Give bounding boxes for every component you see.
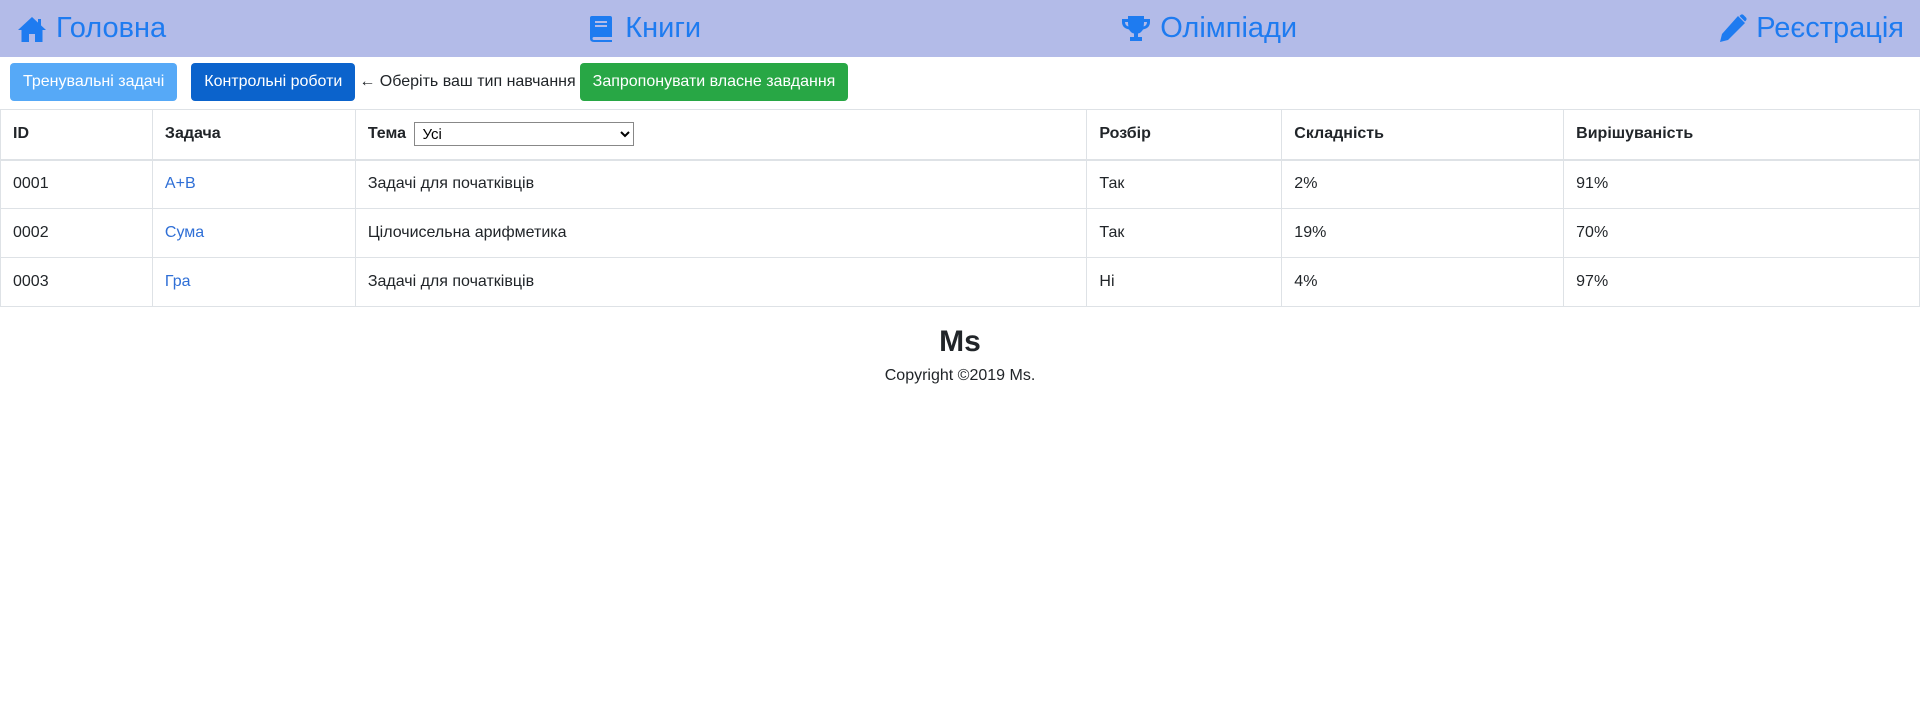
- cell-task: Гра: [151, 257, 356, 307]
- task-link[interactable]: Гра: [165, 273, 191, 290]
- header-topic: Тема Усі: [354, 109, 1088, 161]
- control-works-button[interactable]: Контрольні роботи: [191, 62, 356, 101]
- header-id: ID: [0, 109, 153, 161]
- book-icon: [590, 15, 613, 42]
- nav-olympiads-label: Олімпіади: [1160, 12, 1298, 44]
- pencil-icon: [1720, 13, 1747, 42]
- header-solved: Вирішуваність: [1563, 109, 1920, 161]
- cell-topic: Задачі для початківців: [354, 257, 1088, 307]
- table-row: 0003 Гра Задачі для початківців Ні 4% 97…: [0, 257, 1920, 307]
- header-topic-label: Тема: [367, 125, 406, 143]
- cell-difficulty: 2%: [1281, 159, 1565, 209]
- top-navbar: Головна Книги Олімпіади Реєстрація: [0, 0, 1920, 57]
- nav-home-link[interactable]: Головна: [16, 12, 166, 45]
- cell-difficulty: 4%: [1281, 257, 1565, 307]
- table-row: 0002 Сума Цілочисельна арифметика Так 19…: [0, 208, 1920, 258]
- nav-register-label: Реєстрація: [1756, 12, 1904, 44]
- nav-register-link[interactable]: Реєстрація: [1716, 12, 1904, 45]
- cell-id: 0001: [0, 159, 153, 209]
- header-task: Задача: [151, 109, 356, 161]
- propose-task-button[interactable]: Запропонувати власне завдання: [579, 62, 849, 101]
- nav-books-link[interactable]: Книги: [585, 12, 701, 45]
- learning-type-toolbar: Тренувальні задачі Контрольні роботи ← О…: [0, 57, 1920, 106]
- nav-olympiads-link[interactable]: Олімпіади: [1120, 12, 1297, 45]
- cell-difficulty: 19%: [1281, 208, 1565, 258]
- table-header-row: ID Задача Тема Усі Розбір Складність Вир…: [0, 109, 1920, 161]
- cell-review: Так: [1086, 208, 1283, 258]
- cell-id: 0003: [0, 257, 153, 307]
- header-difficulty: Складність: [1281, 109, 1565, 161]
- table-row: 0001 A+B Задачі для початківців Так 2% 9…: [0, 159, 1920, 209]
- header-review: Розбір: [1086, 109, 1283, 161]
- task-link[interactable]: Сума: [165, 224, 204, 241]
- cell-topic: Цілочисельна арифметика: [354, 208, 1088, 258]
- home-icon: [18, 16, 46, 42]
- footer-brand: Ms: [939, 325, 981, 358]
- topic-filter-select[interactable]: Усі: [414, 122, 635, 147]
- nav-home-label: Головна: [56, 12, 167, 44]
- cell-task: Сума: [151, 208, 356, 258]
- cell-review: Так: [1086, 159, 1283, 209]
- cell-task: A+B: [151, 159, 356, 209]
- tasks-table: ID Задача Тема Усі Розбір Складність Вир…: [0, 109, 1920, 307]
- cell-solved: 97%: [1563, 257, 1920, 307]
- training-tasks-button[interactable]: Тренувальні задачі: [10, 62, 178, 101]
- cell-id: 0002: [0, 208, 153, 258]
- task-link[interactable]: A+B: [165, 175, 196, 192]
- cell-solved: 70%: [1563, 208, 1920, 258]
- nav-books-label: Книги: [625, 12, 702, 44]
- cell-topic: Задачі для початківців: [354, 159, 1088, 209]
- page-footer: Ms Copyright ©2019 Ms.: [0, 325, 1920, 385]
- footer-copyright: Copyright ©2019 Ms.: [884, 367, 1036, 384]
- cell-review: Ні: [1086, 257, 1283, 307]
- cell-solved: 91%: [1563, 159, 1920, 209]
- learning-type-hint: ← Оберіть ваш тип навчання: [359, 72, 576, 90]
- trophy-icon: [1122, 15, 1151, 41]
